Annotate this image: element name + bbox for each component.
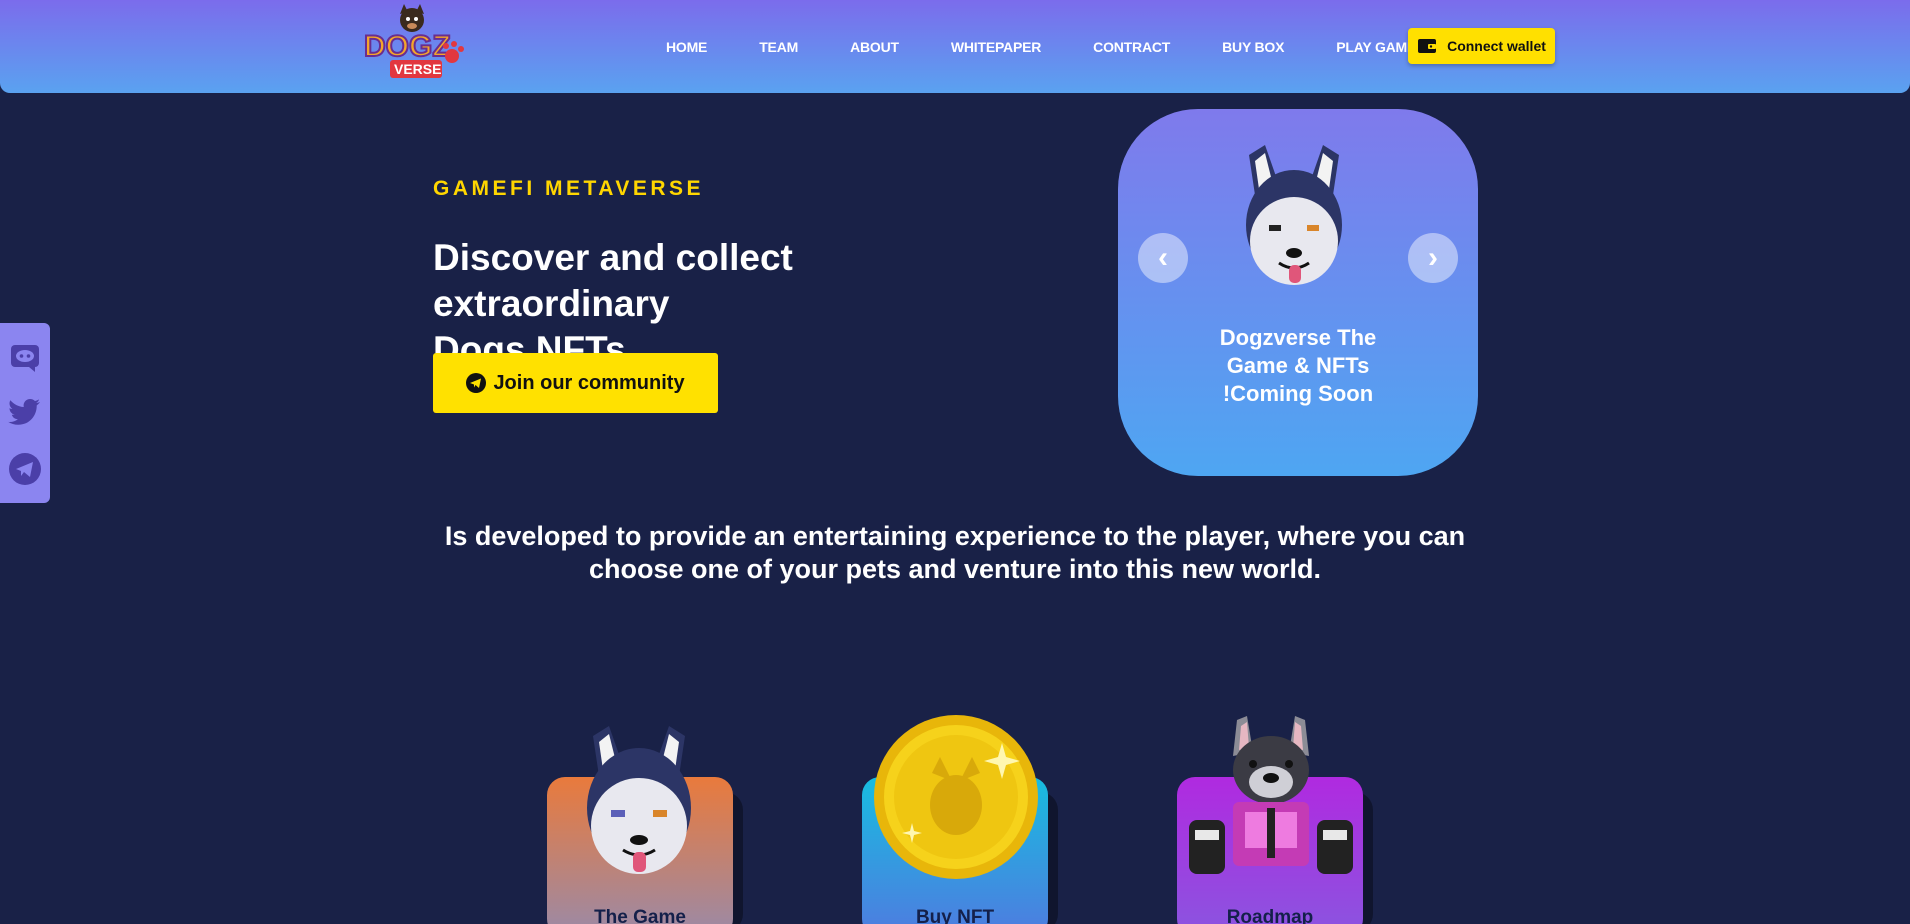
telegram-icon xyxy=(466,373,487,393)
hero-carousel: ‹ › Dogzverse The Game & NFTs !Coming So… xyxy=(1118,109,1478,476)
main-nav: HOME TEAM ABOUT WHITEPAPER CONTRACT BUY … xyxy=(640,0,1442,93)
connect-wallet-button[interactable]: Connect wallet xyxy=(1408,28,1555,64)
nav-contract[interactable]: CONTRACT xyxy=(1093,39,1170,55)
hero-eyebrow: GAMEFI METAVERSE xyxy=(433,177,705,200)
carousel-caption-line1: Dogzverse The xyxy=(1219,325,1377,350)
logo-wordmark-top: DOGZ xyxy=(364,30,451,63)
bulldog-kart-icon xyxy=(1189,716,1353,874)
wallet-icon xyxy=(1418,39,1437,53)
join-community-button[interactable]: Join our community xyxy=(433,353,718,413)
join-community-label: Join our community xyxy=(493,371,685,394)
card-the-game[interactable]: The Game xyxy=(547,700,747,924)
twitter-icon[interactable] xyxy=(7,395,43,431)
card-roadmap-label: Roadmap xyxy=(1226,907,1314,924)
card-buy-nft[interactable]: Buy NFT xyxy=(862,700,1062,924)
carousel-caption-line2: Game & NFTs xyxy=(1226,353,1370,378)
intro-description: Is developed to provide an entertaining … xyxy=(430,520,1480,586)
connect-wallet-label: Connect wallet xyxy=(1447,38,1546,54)
card-roadmap[interactable]: Roadmap xyxy=(1177,700,1377,924)
hero-title-line1: Discover and collect extraordinary xyxy=(433,237,793,324)
nav-buy-box[interactable]: BUY BOX xyxy=(1222,39,1284,55)
carousel-caption-line3: !Coming Soon xyxy=(1222,381,1374,406)
gold-coin-icon xyxy=(874,715,1038,879)
carousel-prev-button[interactable]: ‹ xyxy=(1138,233,1188,283)
intro-description-line1: Is developed to provide an entertaining … xyxy=(444,521,1466,551)
carousel-caption: Dogzverse The Game & NFTs !Coming Soon xyxy=(1198,324,1398,408)
carousel-next-button[interactable]: › xyxy=(1408,233,1458,283)
discord-icon[interactable] xyxy=(7,339,43,375)
card-buy-nft-label: Buy NFT xyxy=(915,907,995,924)
card-the-game-label: The Game xyxy=(594,907,686,924)
nav-about[interactable]: ABOUT xyxy=(850,39,899,55)
logo-wordmark-bottom: VERSE xyxy=(394,61,441,77)
nav-home[interactable]: HOME xyxy=(666,39,707,55)
telegram-icon[interactable] xyxy=(7,451,43,487)
dogzverse-logo[interactable]: DOGZ VERSE xyxy=(360,4,466,82)
husky-nft-image xyxy=(1246,145,1342,285)
nav-play-game[interactable]: PLAY GAME xyxy=(1336,39,1416,55)
site-header: DOGZ VERSE HOME TEAM ABOUT WHITEPAPER CO… xyxy=(0,0,1910,93)
nav-whitepaper[interactable]: WHITEPAPER xyxy=(951,39,1042,55)
intro-description-line2: choose one of your pets and venture into… xyxy=(588,554,1322,584)
nav-team[interactable]: TEAM xyxy=(759,39,798,55)
social-sidebar xyxy=(0,323,50,503)
husky-icon xyxy=(587,726,691,874)
